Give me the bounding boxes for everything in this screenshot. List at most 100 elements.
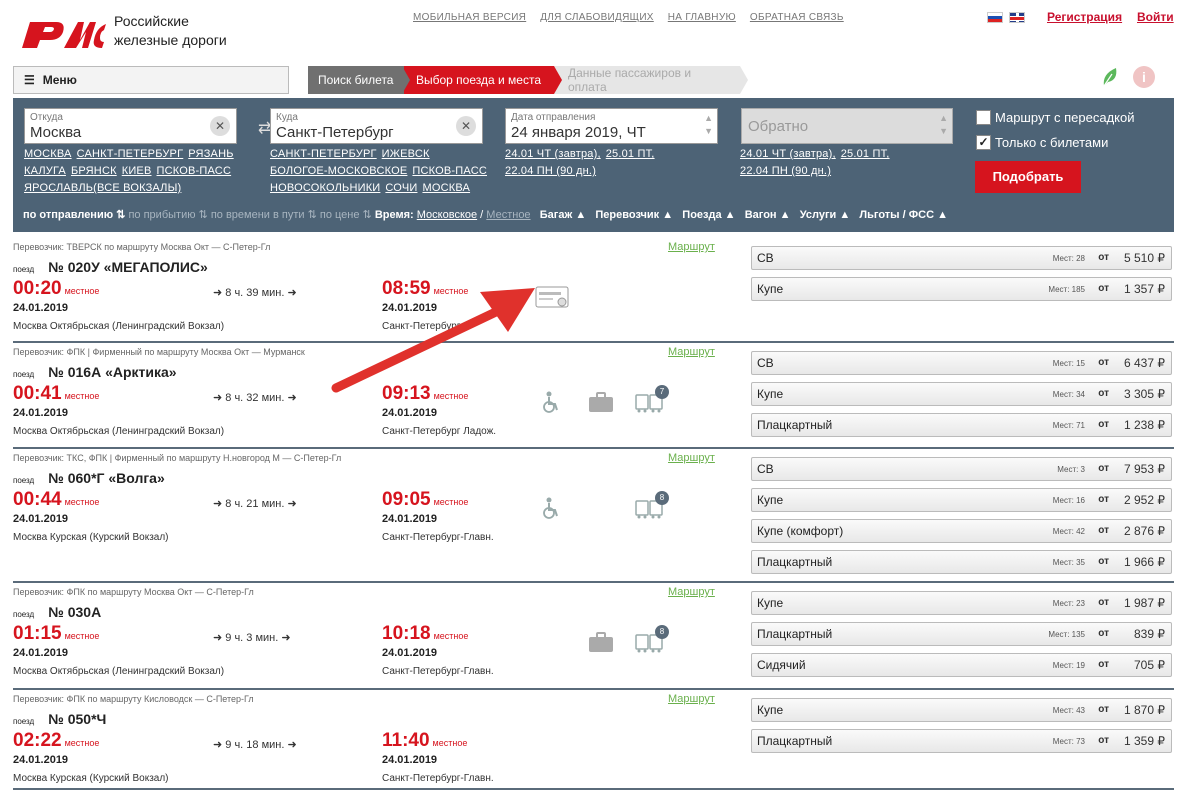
rzd-logo[interactable]: Российские железные дороги	[20, 12, 250, 58]
date-link[interactable]: 22.04 ПН (90 дн.)	[505, 165, 596, 177]
to-field[interactable]: Куда Санкт-Петербург ✕	[270, 108, 483, 144]
tickets-only-checkbox[interactable]: ✓ Только с билетами	[976, 135, 1108, 150]
uk-flag-icon[interactable]	[1009, 12, 1025, 23]
train-cars-icon[interactable]: 8	[635, 625, 669, 658]
car-class-name: Плацкартный	[757, 418, 833, 432]
search-submit-button[interactable]: Подобрать	[975, 161, 1081, 193]
to-link[interactable]: ИЖЕВСК	[382, 148, 430, 160]
car-class-name: СВ	[757, 356, 774, 370]
car-class-option[interactable]: Купе Мест: 185 от 1 357 ₽	[751, 277, 1172, 301]
sort-by-departure[interactable]: по отправлению	[23, 209, 113, 221]
caret-up-icon: ▲	[836, 209, 857, 221]
car-class-option[interactable]: Плацкартный Мест: 135 от 839 ₽	[751, 622, 1172, 646]
dep-time-value: 00:20	[13, 278, 62, 299]
car-class-option[interactable]: Купе (комфорт) Мест: 42 от 2 876 ₽	[751, 519, 1172, 543]
clear-from-icon[interactable]: ✕	[210, 116, 230, 136]
filter-benefits[interactable]: Льготы / ФСС	[859, 209, 934, 221]
date-link[interactable]: 24.01 ЧТ (завтра),	[505, 148, 601, 160]
from-link[interactable]: РЯЗАНЬ	[188, 148, 233, 160]
car-class-option[interactable]: Плацкартный Мест: 35 от 1 966 ₽	[751, 550, 1172, 574]
train-number: поезд № 050*Ч	[13, 711, 106, 727]
filter-baggage[interactable]: Багаж	[540, 209, 573, 221]
from-link[interactable]: КАЛУГА	[24, 165, 66, 177]
nav-accessibility[interactable]: ДЛЯ СЛАБОВИДЯЩИХ	[540, 12, 654, 23]
card-icon[interactable]	[535, 286, 569, 313]
ru-flag-icon[interactable]	[987, 12, 1003, 23]
train-row[interactable]: Перевозчик: ТКС, ФПК | Фирменный по марш…	[13, 449, 1174, 583]
train-row[interactable]: Перевозчик: ТВЕРСК по маршруту Москва Ок…	[13, 238, 1174, 343]
car-class-option[interactable]: Сидячий Мест: 19 от 705 ₽	[751, 653, 1172, 677]
time-moscow[interactable]: Московское	[417, 209, 477, 221]
luggage-icon[interactable]	[587, 391, 615, 418]
checkbox-unchecked-icon[interactable]	[976, 110, 991, 125]
date-link[interactable]: 25.01 ПТ,	[606, 148, 655, 160]
return-link[interactable]: 24.01 ЧТ (завтра),	[740, 148, 836, 160]
from-link[interactable]: САНКТ-ПЕТЕРБУРГ	[77, 148, 184, 160]
from-link[interactable]: КИЕВ	[122, 165, 152, 177]
time-local[interactable]: Местное	[486, 209, 530, 221]
register-link[interactable]: Регистрация	[1047, 10, 1122, 24]
return-date-field[interactable]: Обратно ▲ ▼	[741, 108, 953, 144]
clear-to-icon[interactable]: ✕	[456, 116, 476, 136]
to-link[interactable]: МОСКВА	[422, 182, 470, 194]
train-row[interactable]: Перевозчик: ФПК по маршруту Москва Окт —…	[13, 583, 1174, 690]
to-link[interactable]: БОЛОГОЕ-МОСКОВСКОЕ	[270, 165, 407, 177]
car-class-option[interactable]: Купе Мест: 34 от 3 305 ₽	[751, 382, 1172, 406]
train-cars-icon[interactable]: 7	[635, 385, 669, 418]
to-link[interactable]: ПСКОВ-ПАСС	[412, 165, 487, 177]
to-link[interactable]: НОВОСОКОЛЬНИКИ	[270, 182, 380, 194]
sort-by-duration[interactable]: по времени в пути	[211, 209, 305, 221]
from-field[interactable]: Откуда Москва ✕	[24, 108, 237, 144]
from-link[interactable]: ЯРОСЛАВЛЬ(ВСЕ ВОКЗАЛЫ)	[24, 182, 181, 194]
return-link[interactable]: 22.04 ПН (90 дн.)	[740, 165, 831, 177]
transfer-label: Маршрут с пересадкой	[995, 110, 1135, 125]
nav-home[interactable]: НА ГЛАВНУЮ	[668, 12, 736, 23]
return-stepper-icon[interactable]: ▲ ▼	[939, 112, 948, 138]
to-link[interactable]: САНКТ-ПЕТЕРБУРГ	[270, 148, 377, 160]
date-stepper-icon[interactable]: ▲ ▼	[704, 112, 713, 138]
car-count-badge: 7	[655, 385, 669, 399]
route-link[interactable]: Маршрут	[668, 452, 715, 464]
car-class-option[interactable]: Купе Мест: 23 от 1 987 ₽	[751, 591, 1172, 615]
sort-by-arrival[interactable]: по прибытию	[128, 209, 195, 221]
filter-services[interactable]: Услуги	[800, 209, 837, 221]
filter-carrier[interactable]: Перевозчик	[595, 209, 659, 221]
car-class-option[interactable]: СВ Мест: 3 от 7 953 ₽	[751, 457, 1172, 481]
route-link[interactable]: Маршрут	[668, 346, 715, 358]
luggage-icon[interactable]	[587, 631, 615, 658]
train-row[interactable]: Перевозчик: ФПК | Фирменный по маршруту …	[13, 343, 1174, 449]
filter-car[interactable]: Вагон	[745, 209, 777, 221]
route-link[interactable]: Маршрут	[668, 241, 715, 253]
route-link[interactable]: Маршрут	[668, 586, 715, 598]
nav-feedback[interactable]: ОБРАТНАЯ СВЯЗЬ	[750, 12, 844, 23]
train-cars-icon[interactable]: 8	[635, 491, 669, 524]
filter-trains[interactable]: Поезда	[682, 209, 721, 221]
car-class-option[interactable]: Купе Мест: 16 от 2 952 ₽	[751, 488, 1172, 512]
to-link[interactable]: СОЧИ	[385, 182, 417, 194]
transfer-checkbox[interactable]: Маршрут с пересадкой	[976, 110, 1135, 125]
car-class-option[interactable]: СВ Мест: 15 от 6 437 ₽	[751, 351, 1172, 375]
leaf-icon[interactable]	[1100, 66, 1120, 88]
from-link[interactable]: МОСКВА	[24, 148, 72, 160]
car-class-option[interactable]: Плацкартный Мест: 71 от 1 238 ₽	[751, 413, 1172, 437]
car-class-option[interactable]: СВ Мест: 28 от 5 510 ₽	[751, 246, 1172, 270]
car-class-option[interactable]: Плацкартный Мест: 73 от 1 359 ₽	[751, 729, 1172, 753]
route-link[interactable]: Маршрут	[668, 693, 715, 705]
date-field[interactable]: Дата отправления 24 января 2019, ЧТ ▲ ▼	[505, 108, 718, 144]
arrival-time: 11:40 местное	[382, 730, 467, 752]
from-link[interactable]: БРЯНСК	[71, 165, 117, 177]
from-link[interactable]: ПСКОВ-ПАСС	[157, 165, 232, 177]
checkbox-checked-icon[interactable]: ✓	[976, 135, 991, 150]
wheelchair-icon[interactable]	[541, 391, 561, 418]
train-row[interactable]: Перевозчик: ФПК по маршруту Кисловодск —…	[13, 690, 1174, 790]
nav-mobile[interactable]: МОБИЛЬНАЯ ВЕРСИЯ	[413, 12, 526, 23]
car-class-option[interactable]: Купе Мест: 43 от 1 870 ₽	[751, 698, 1172, 722]
to-value: Санкт-Петербург	[276, 124, 394, 141]
login-link[interactable]: Войти	[1137, 10, 1174, 24]
sort-by-price[interactable]: по цене	[320, 209, 360, 221]
menu-button[interactable]: ☰ Меню	[13, 66, 289, 94]
step-search[interactable]: Поиск билета	[308, 66, 404, 94]
info-icon[interactable]: i	[1133, 66, 1155, 88]
wheelchair-icon[interactable]	[541, 497, 561, 524]
return-link[interactable]: 25.01 ПТ,	[841, 148, 890, 160]
